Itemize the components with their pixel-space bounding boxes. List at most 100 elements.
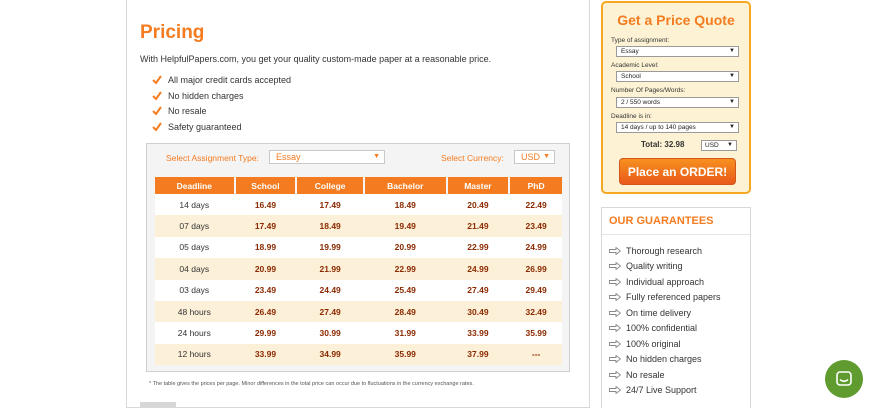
- price-cell: 24.99: [525, 242, 547, 253]
- table-row: 03 days 23.49 24.49 25.49 27.49 29.49: [155, 279, 562, 301]
- table-row: 07 days 17.49 18.49 19.49 21.49 23.49: [155, 215, 562, 237]
- type-value: Essay: [621, 48, 639, 55]
- arrow-right-icon: [609, 370, 621, 379]
- assignment-type-select[interactable]: Essay ▼: [269, 150, 385, 164]
- price-cell: 18.49: [394, 199, 416, 210]
- deadline-cell: 07 days: [179, 221, 210, 232]
- feature-item: No resale: [152, 103, 291, 119]
- guarantee-label: 24/7 Live Support: [626, 385, 697, 396]
- price-cell: 23.49: [254, 285, 277, 296]
- assignment-type-dropdown[interactable]: Essay ▼: [616, 46, 739, 57]
- price-cell: 32.49: [525, 306, 547, 317]
- price-cell: 30.49: [467, 306, 489, 317]
- price-cell: 21.49: [467, 221, 489, 232]
- type-label: Type of assignment:: [611, 37, 670, 44]
- price-cell: 24.49: [319, 285, 341, 296]
- price-cell: 33.99: [254, 349, 277, 360]
- guarantee-item: 24/7 Live Support: [609, 383, 721, 399]
- feature-item: No hidden charges: [152, 88, 291, 104]
- guarantees-list: Thorough research Quality writing Indivi…: [609, 243, 721, 398]
- price-table-box: Select Assignment Type: Essay ▼ Select C…: [146, 143, 570, 372]
- price-cell: 35.99: [394, 349, 416, 360]
- table-row: 12 hours 33.99 34.99 35.99 37.99 ---: [155, 343, 562, 366]
- price-cell: 20.49: [467, 199, 489, 210]
- price-cell: 20.99: [394, 242, 416, 253]
- price-cell: 31.99: [394, 328, 416, 339]
- deadline-cell: 12 hours: [177, 349, 211, 360]
- price-cell: 35.99: [525, 328, 547, 339]
- guarantee-label: Fully referenced papers: [626, 292, 721, 303]
- guarantee-label: 100% original: [626, 338, 681, 349]
- price-cell: 17.49: [254, 221, 277, 232]
- guarantee-label: No resale: [626, 369, 665, 380]
- arrow-right-icon: [609, 308, 621, 317]
- header-bachelor: Bachelor: [364, 177, 446, 194]
- price-cell: 23.49: [525, 221, 547, 232]
- chevron-down-icon: ▼: [729, 124, 735, 130]
- check-icon: [152, 122, 162, 132]
- quote-currency-dropdown[interactable]: USD ▼: [701, 140, 737, 151]
- chat-launcher-button[interactable]: [825, 360, 863, 398]
- guarantee-item: 100% confidential: [609, 321, 721, 337]
- currency-select[interactable]: USD ▼: [514, 150, 555, 164]
- header-deadline: Deadline: [155, 177, 234, 194]
- feature-item: Safety guaranteed: [152, 119, 291, 135]
- price-cell: 20.99: [254, 263, 277, 274]
- arrow-right-icon: [609, 386, 621, 395]
- deadline-cell: 48 hours: [177, 306, 211, 317]
- feature-label: No hidden charges: [168, 90, 244, 101]
- table-row: 14 days 16.49 17.49 18.49 20.49 22.49: [155, 194, 562, 216]
- chevron-down-icon: ▼: [729, 48, 735, 54]
- table-row: 24 hours 29.99 30.99 31.99 33.99 35.99: [155, 322, 562, 344]
- guarantee-label: No hidden charges: [626, 354, 702, 365]
- price-cell: 29.49: [525, 285, 547, 296]
- guarantee-label: Individual approach: [626, 276, 705, 287]
- guarantee-item: On time delivery: [609, 305, 721, 321]
- deadline-value: 14 days / up to 140 pages: [621, 124, 696, 131]
- price-cell: 18.99: [254, 242, 277, 253]
- price-cell: 26.49: [254, 306, 277, 317]
- price-cell: 33.99: [467, 328, 489, 339]
- pricing-panel: Pricing With HelpfulPapers.com, you get …: [126, 0, 590, 408]
- page-title: Pricing: [140, 22, 205, 43]
- guarantee-label: On time delivery: [626, 307, 692, 318]
- guarantee-item: No resale: [609, 367, 721, 383]
- table-row: 04 days 20.99 21.99 22.99 24.99 26.99: [155, 258, 562, 280]
- place-order-button[interactable]: Place an ORDER!: [619, 158, 736, 185]
- guarantee-item: Individual approach: [609, 274, 721, 290]
- guarantee-item: Thorough research: [609, 243, 721, 259]
- quote-total: Total: 32.98: [641, 140, 685, 149]
- feature-label: No resale: [168, 106, 207, 117]
- header-phd: PhD: [510, 177, 562, 194]
- pricing-intro: With HelpfulPapers.com, you get your qua…: [140, 54, 492, 64]
- price-cell: ---: [531, 349, 541, 360]
- guarantee-item: Quality writing: [609, 259, 721, 275]
- price-cell: 22.99: [467, 242, 489, 253]
- deadline-dropdown[interactable]: 14 days / up to 140 pages ▼: [616, 122, 739, 133]
- assignment-type-label: Select Assignment Type:: [166, 153, 259, 163]
- guarantee-label: 100% confidential: [626, 323, 698, 334]
- academic-level-dropdown[interactable]: School ▼: [616, 71, 739, 82]
- pages-label: Number Of Pages/Words:: [611, 87, 686, 94]
- feature-list: All major credit cards accepted No hidde…: [152, 72, 291, 135]
- price-cell: 22.99: [394, 263, 416, 274]
- price-cell: 30.99: [319, 328, 341, 339]
- feature-label: All major credit cards accepted: [168, 74, 292, 85]
- guarantees-title: OUR GUARANTEES: [602, 208, 750, 235]
- pages-dropdown[interactable]: 2 / 550 words ▼: [616, 97, 739, 108]
- check-icon: [152, 75, 162, 85]
- deadline-cell: 03 days: [179, 285, 210, 296]
- chevron-down-icon: ▼: [373, 153, 380, 160]
- next-section-heading: [140, 402, 176, 408]
- header-college: College: [297, 177, 363, 194]
- price-cell: 29.99: [254, 328, 277, 339]
- arrow-right-icon: [609, 324, 621, 333]
- deadline-label: Deadline is in:: [611, 113, 652, 120]
- header-school: School: [235, 177, 296, 194]
- price-cell: 19.49: [394, 221, 416, 232]
- guarantee-item: No hidden charges: [609, 352, 721, 368]
- quote-title: Get a Price Quote: [617, 12, 735, 28]
- price-cell: 16.49: [254, 199, 277, 210]
- feature-label: Safety guaranteed: [168, 121, 242, 132]
- price-cell: 37.99: [467, 349, 489, 360]
